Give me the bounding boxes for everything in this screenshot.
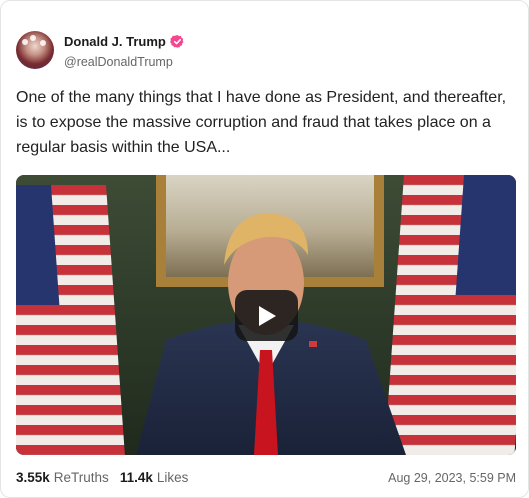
retruths-stat[interactable]: 3.55k ReTruths xyxy=(16,470,109,485)
verified-badge-icon xyxy=(169,34,185,49)
post-timestamp[interactable]: Aug 29, 2023, 5:59 PM xyxy=(388,471,516,485)
post-header: Donald J. Trump @realDonaldTrump xyxy=(16,31,185,69)
post-card: Donald J. Trump @realDonaldTrump One of … xyxy=(0,0,529,498)
play-icon xyxy=(259,306,276,326)
likes-count: 11.4k xyxy=(119,470,153,485)
author-info: Donald J. Trump @realDonaldTrump xyxy=(64,31,185,69)
author-display-name[interactable]: Donald J. Trump xyxy=(64,35,166,48)
post-stats: 3.55k ReTruths 11.4k Likes xyxy=(16,470,188,485)
likes-label: Likes xyxy=(156,470,189,485)
retruths-count: 3.55k xyxy=(16,470,50,485)
avatar[interactable] xyxy=(16,31,54,69)
post-text: One of the many things that I have done … xyxy=(16,89,507,156)
author-handle[interactable]: @realDonaldTrump xyxy=(64,56,185,69)
play-button[interactable] xyxy=(235,290,298,341)
retruths-label: ReTruths xyxy=(53,470,109,485)
video-player[interactable] xyxy=(16,175,516,455)
likes-stat[interactable]: 11.4k Likes xyxy=(120,470,189,485)
